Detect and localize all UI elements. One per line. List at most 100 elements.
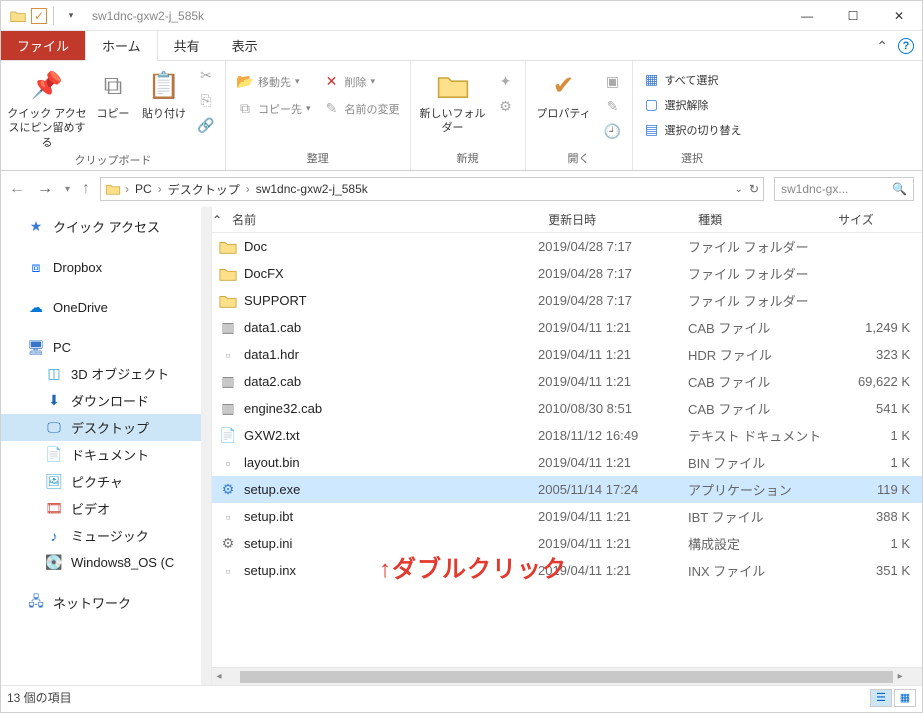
newfolder-button[interactable]: 新しいフォルダー bbox=[417, 65, 489, 136]
file-row[interactable]: Doc2019/04/28 7:17ファイル フォルダー bbox=[212, 233, 922, 260]
file-row[interactable]: ▫setup.inx2019/04/11 1:21INX ファイル351 K bbox=[212, 557, 922, 584]
tab-file[interactable]: ファイル bbox=[1, 31, 85, 60]
tab-view[interactable]: 表示 bbox=[216, 31, 274, 60]
newitem-icon: ✦ bbox=[497, 73, 515, 90]
copy-button[interactable]: ⧉ コピー bbox=[91, 65, 135, 121]
download-icon: ⬇ bbox=[45, 392, 63, 410]
window-title: sw1dnc-gxw2-j_585k bbox=[82, 9, 784, 23]
col-type[interactable]: 種類 bbox=[698, 211, 838, 228]
selectall-button[interactable]: ▦すべて選択 bbox=[639, 69, 746, 90]
sidebar-desktop[interactable]: 🖵デスクトップ bbox=[1, 414, 201, 441]
file-size: 1 K bbox=[828, 536, 922, 551]
file-row[interactable]: ▫data1.hdr2019/04/11 1:21HDR ファイル323 K bbox=[212, 341, 922, 368]
up-button[interactable]: ↑ bbox=[82, 180, 90, 198]
file-size: 541 K bbox=[828, 401, 922, 416]
forward-button[interactable]: → bbox=[37, 180, 53, 198]
help-icon[interactable]: ? bbox=[898, 38, 914, 54]
edit-button[interactable]: ✎ bbox=[600, 96, 626, 117]
file-row[interactable]: ▥data1.cab2019/04/11 1:21CAB ファイル1,249 K bbox=[212, 314, 922, 341]
file-row[interactable]: SUPPORT2019/04/28 7:17ファイル フォルダー bbox=[212, 287, 922, 314]
cut-button[interactable]: ✂ bbox=[193, 65, 219, 86]
file-size: 1,249 K bbox=[828, 320, 922, 335]
sidebar-quickaccess[interactable]: ★クイック アクセス bbox=[1, 213, 201, 240]
sidebar-music[interactable]: ♪ミュージック bbox=[1, 522, 201, 549]
sidebar-3dobjects[interactable]: ◫3D オブジェクト bbox=[1, 360, 201, 387]
ribbon-collapse-icon[interactable]: ⌃ bbox=[876, 38, 888, 55]
file-name: setup.ini bbox=[244, 536, 538, 551]
easyaccess-button[interactable]: ⚙ bbox=[493, 96, 519, 117]
paste-button[interactable]: 📋 貼り付け bbox=[139, 65, 189, 121]
selectinvert-button[interactable]: ▤選択の切り替え bbox=[639, 119, 746, 140]
close-button[interactable]: ✕ bbox=[876, 1, 922, 31]
newitem-button[interactable]: ✦ bbox=[493, 71, 519, 92]
newfolder-icon bbox=[437, 69, 469, 103]
address-row: ← → ▾ ↑ › PC › デスクトップ › sw1dnc-gxw2-j_58… bbox=[1, 171, 922, 207]
history-button[interactable]: 🕘 bbox=[600, 121, 626, 142]
item-count: 13 個の項目 bbox=[7, 689, 72, 706]
open-button[interactable]: ▣ bbox=[600, 71, 626, 92]
sidebar-dropbox[interactable]: ⧈Dropbox bbox=[1, 254, 201, 280]
sidebar-network[interactable]: 🖧ネットワーク bbox=[1, 589, 201, 616]
crumb-folder[interactable]: sw1dnc-gxw2-j_585k bbox=[254, 182, 370, 196]
maximize-button[interactable]: ☐ bbox=[830, 1, 876, 31]
organize-group-label: 整理 bbox=[232, 148, 404, 168]
minimize-button[interactable]: — bbox=[784, 1, 830, 31]
sidebar-downloads[interactable]: ⬇ダウンロード bbox=[1, 387, 201, 414]
ribbon-group-new: 新しいフォルダー ✦ ⚙ 新規 bbox=[411, 61, 526, 170]
sidebar-osdrive[interactable]: 💽Windows8_OS (C bbox=[1, 549, 201, 575]
file-row[interactable]: DocFX2019/04/28 7:17ファイル フォルダー bbox=[212, 260, 922, 287]
file-row[interactable]: ▫setup.ibt2019/04/11 1:21IBT ファイル388 K bbox=[212, 503, 922, 530]
copy-path-button[interactable]: ⎘ bbox=[193, 90, 219, 111]
sidebar-scrollbar[interactable] bbox=[201, 207, 211, 685]
file-date: 2019/04/11 1:21 bbox=[538, 374, 688, 389]
paste-shortcut-button[interactable]: 🔗 bbox=[193, 115, 219, 136]
back-button[interactable]: ← bbox=[9, 180, 25, 198]
file-icon: ▥ bbox=[212, 398, 244, 420]
addr-dropdown[interactable]: ⌄ bbox=[735, 184, 743, 195]
sidebar-pictures[interactable]: 🖼ピクチャ bbox=[1, 468, 201, 495]
file-row[interactable]: 📄GXW2.txt2018/11/12 16:49テキスト ドキュメント1 K bbox=[212, 422, 922, 449]
tab-share[interactable]: 共有 bbox=[158, 31, 216, 60]
crumb-desktop[interactable]: デスクトップ bbox=[166, 181, 242, 198]
file-icon: ⚙ bbox=[212, 533, 244, 555]
file-row[interactable]: ▥engine32.cab2010/08/30 8:51CAB ファイル541 … bbox=[212, 395, 922, 422]
videos-icon: 🎞 bbox=[45, 500, 63, 518]
view-icons-button[interactable]: ▦ bbox=[894, 689, 916, 707]
file-row[interactable]: ⚙setup.exe2005/11/14 17:24アプリケーション119 K bbox=[212, 476, 922, 503]
file-row[interactable]: ▫layout.bin2019/04/11 1:21BIN ファイル1 K bbox=[212, 449, 922, 476]
search-box[interactable]: sw1dnc-gx... 🔍 bbox=[774, 177, 914, 201]
delete-button[interactable]: ✕削除▾ bbox=[319, 71, 404, 92]
pin-button[interactable]: 📌 クイック アクセスにピン留めする bbox=[7, 65, 87, 150]
moveto-button[interactable]: 📂移動先▾ bbox=[232, 71, 315, 92]
file-row[interactable]: ⚙setup.ini2019/04/11 1:21構成設定1 K bbox=[212, 530, 922, 557]
view-details-button[interactable]: ☰ bbox=[870, 689, 892, 707]
col-name[interactable]: 名前 bbox=[222, 211, 548, 228]
address-bar[interactable]: › PC › デスクトップ › sw1dnc-gxw2-j_585k ⌄ ↻ bbox=[100, 177, 764, 201]
selectinvert-icon: ▤ bbox=[643, 121, 661, 138]
properties-button[interactable]: ✔ プロパティ bbox=[532, 65, 596, 121]
sidebar-documents[interactable]: 📄ドキュメント bbox=[1, 441, 201, 468]
qat-check-icon[interactable]: ✓ bbox=[31, 8, 47, 24]
history-dropdown[interactable]: ▾ bbox=[65, 184, 70, 195]
selectnone-button[interactable]: ▢選択解除 bbox=[639, 94, 746, 115]
file-type: テキスト ドキュメント bbox=[688, 426, 828, 445]
file-type: 構成設定 bbox=[688, 534, 828, 553]
horizontal-scrollbar[interactable]: ◂ ▸ bbox=[212, 667, 922, 685]
sidebar-videos[interactable]: 🎞ビデオ bbox=[1, 495, 201, 522]
col-date[interactable]: 更新日時 bbox=[548, 211, 698, 228]
file-date: 2018/11/12 16:49 bbox=[538, 428, 688, 443]
rename-button[interactable]: ✎名前の変更 bbox=[319, 98, 404, 119]
crumb-pc[interactable]: PC bbox=[133, 182, 154, 196]
ribbon-group-clipboard: 📌 クイック アクセスにピン留めする ⧉ コピー 📋 貼り付け ✂ ⎘ 🔗 クリ… bbox=[1, 61, 226, 170]
col-size[interactable]: サイズ bbox=[838, 211, 922, 228]
qat-folder-icon[interactable] bbox=[7, 5, 29, 27]
copyto-button[interactable]: ⧉コピー先▾ bbox=[232, 98, 315, 119]
refresh-button[interactable]: ↻ bbox=[749, 182, 759, 196]
qat-dropdown-icon[interactable]: ▾ bbox=[60, 5, 82, 27]
file-row[interactable]: ▥data2.cab2019/04/11 1:21CAB ファイル69,622 … bbox=[212, 368, 922, 395]
tab-home[interactable]: ホーム bbox=[85, 31, 158, 61]
ribbon-tabs: ファイル ホーム 共有 表示 ⌃ ? bbox=[1, 31, 922, 61]
sidebar-onedrive[interactable]: ☁OneDrive bbox=[1, 294, 201, 320]
sidebar-pc[interactable]: 🖥PC bbox=[1, 334, 201, 360]
ribbon: 📌 クイック アクセスにピン留めする ⧉ コピー 📋 貼り付け ✂ ⎘ 🔗 クリ… bbox=[1, 61, 922, 171]
